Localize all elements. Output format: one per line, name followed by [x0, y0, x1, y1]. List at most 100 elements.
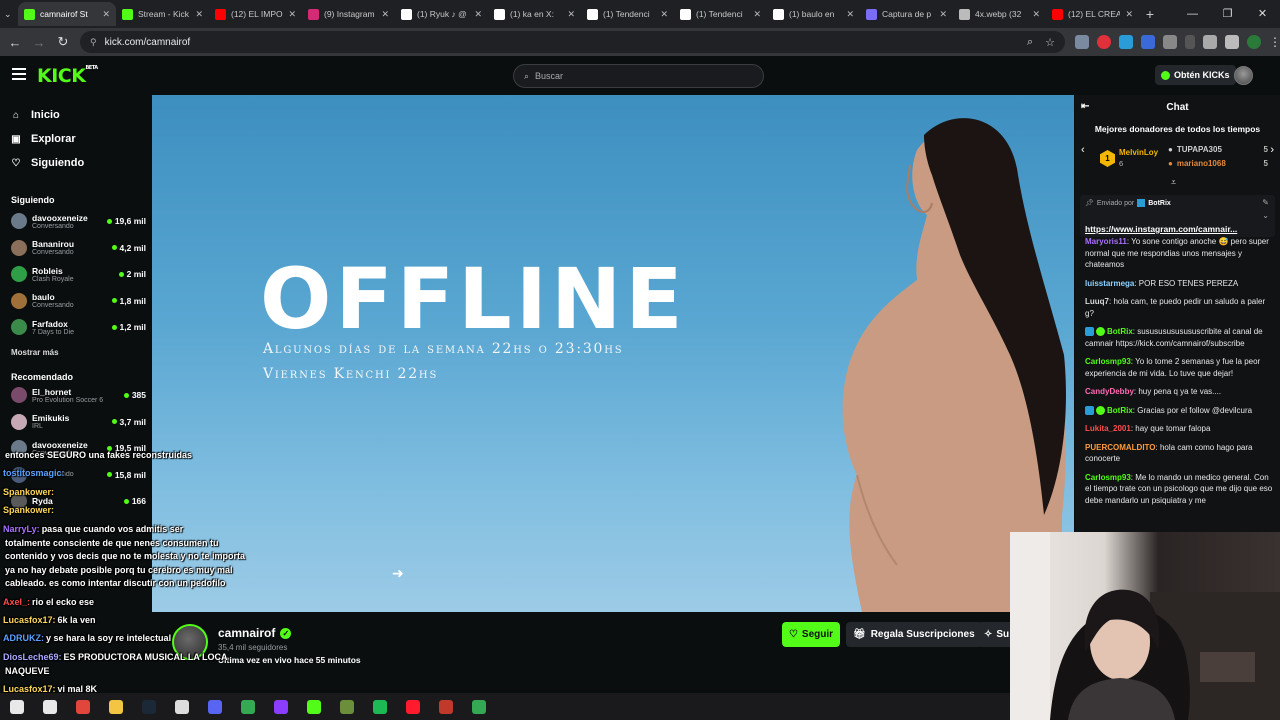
close-tab-icon[interactable]: ✕	[753, 9, 761, 20]
spotify-icon[interactable]	[369, 697, 391, 717]
chat-username[interactable]: CandyDebby	[1085, 387, 1134, 396]
sidebar-channel[interactable]: Bananirou Conversando 4,2 mil	[11, 236, 146, 260]
chevron-right-icon[interactable]: ›	[1270, 144, 1274, 156]
browser-tab[interactable]: (12) EL IMPO ✕	[209, 2, 302, 26]
close-tab-icon[interactable]: ✕	[1032, 9, 1040, 20]
restore-icon[interactable]: ❐	[1210, 0, 1245, 28]
reading-list-icon[interactable]	[1203, 35, 1217, 49]
opera-icon[interactable]	[402, 697, 424, 717]
chat-username[interactable]: BotRix	[1107, 406, 1133, 415]
close-tab-icon[interactable]: ✕	[102, 9, 110, 20]
sidebar-channel[interactable]: Robleis Clash Royale 2 mil	[11, 262, 146, 286]
canva-icon[interactable]	[270, 697, 292, 717]
chat-message[interactable]: Luuq7: hola cam, te puedo pedir un salud…	[1085, 296, 1275, 319]
close-tab-icon[interactable]: ✕	[846, 9, 854, 20]
sidebar-channel[interactable]: El_hornet Pro Evolution Soccer 6 385	[11, 383, 146, 407]
close-tab-icon[interactable]: ✕	[381, 9, 389, 20]
gift-app-icon[interactable]	[72, 697, 94, 717]
chat-message[interactable]: Carlosmp93: Yo lo tome 2 semanas y fue l…	[1085, 356, 1275, 379]
menu-icon[interactable]	[12, 68, 26, 80]
close-window-icon[interactable]: ✕	[1245, 0, 1280, 28]
browser-tab[interactable]: 4x.webp (32 ✕	[953, 2, 1046, 26]
chat-username[interactable]: luisstarmega	[1085, 279, 1134, 288]
chat-username[interactable]: Maryoris11	[1085, 237, 1127, 246]
sidebar-channel[interactable]: davooxeneize Conversando 19,6 mil	[11, 209, 146, 233]
close-tab-icon[interactable]: ✕	[1125, 9, 1133, 20]
close-tab-icon[interactable]: ✕	[288, 9, 296, 20]
chevron-down-icon[interactable]: ⌄	[1262, 211, 1269, 220]
close-tab-icon[interactable]: ✕	[474, 9, 482, 20]
chrome-active-icon[interactable]	[468, 697, 490, 717]
chat-message[interactable]: BotRix: susususususususcribite al canal …	[1085, 326, 1275, 349]
sidebar-channel[interactable]: baulo Conversando 1,8 mil	[11, 289, 146, 313]
chat-message[interactable]: Maryoris11: Yo sone contigo anoche 😅 per…	[1085, 236, 1275, 271]
audio-extension-icon[interactable]	[1141, 35, 1155, 49]
new-tab-button[interactable]: +	[1139, 6, 1161, 22]
follow-button[interactable]: ♡ Seguir	[782, 622, 840, 647]
sidebar-nav-inicio[interactable]: ⌂ Inicio	[11, 106, 60, 124]
show-more-link[interactable]: Mostrar más	[11, 348, 59, 357]
chat-username[interactable]: BotRix	[1107, 327, 1133, 336]
chat-username[interactable]: Carlosmp93	[1085, 473, 1131, 482]
gift-subs-button[interactable]: 🎁︎ Regala Suscripciones	[846, 622, 982, 647]
record-extension-icon[interactable]	[1097, 35, 1111, 49]
search-box[interactable]: ⌕	[513, 64, 764, 88]
browser-tab[interactable]: (12) EL CREA ✕	[1046, 2, 1139, 26]
minimize-icon[interactable]: —	[1175, 0, 1210, 28]
close-tab-icon[interactable]: ✕	[195, 9, 203, 20]
chat-message[interactable]: luisstarmega: POR ESO TENES PEREZA	[1085, 278, 1275, 290]
tab-search-icon[interactable]: ⌄	[4, 9, 18, 20]
close-tab-icon[interactable]: ✕	[567, 9, 575, 20]
browser-tab[interactable]: (1) baulo en ✕	[767, 2, 860, 26]
chat-message[interactable]: Lukita_2001: hay que tomar falopa	[1085, 423, 1275, 435]
minecraft-icon[interactable]	[336, 697, 358, 717]
top-donor-third[interactable]: ● mariano1068 5	[1168, 159, 1268, 168]
extension-icon[interactable]	[1075, 35, 1089, 49]
site-info-icon[interactable]: ⚲	[90, 37, 97, 48]
obs-icon[interactable]	[171, 697, 193, 717]
back-icon[interactable]: ←	[3, 35, 27, 50]
user-avatar[interactable]	[1234, 66, 1253, 85]
chat-username[interactable]: PUERCOMALDITO	[1085, 443, 1156, 452]
banner-app-icon[interactable]	[435, 697, 457, 717]
reload-icon[interactable]: ↻	[51, 34, 75, 50]
pinned-message[interactable]: 📌︎ Enviado por BotRix ✎ ⌄ https://www.in…	[1080, 195, 1275, 237]
video-player[interactable]: OFFLINE Algunos días de la semana 22hs o…	[152, 95, 1074, 612]
search-taskbar-icon[interactable]	[39, 697, 61, 717]
forward-icon[interactable]: →	[27, 35, 51, 50]
file-explorer-icon[interactable]	[105, 697, 127, 717]
chat-message[interactable]: PUERCOMALDITO: hola cam como hago para c…	[1085, 442, 1275, 465]
subscribe-button[interactable]: ✧ Su	[978, 622, 1010, 647]
close-tab-icon[interactable]: ✕	[660, 9, 668, 20]
browser-tab[interactable]: Stream - Kick ✕	[116, 2, 209, 26]
browser-tab[interactable]: (1) Ryuk ♪ @ ✕	[395, 2, 488, 26]
chat-message[interactable]: CandyDebby: huy pena q ya te vas....	[1085, 386, 1275, 398]
browser-tab[interactable]: Captura de p ✕	[860, 2, 953, 26]
url-text[interactable]: kick.com/camnairof	[105, 37, 191, 48]
zoom-icon[interactable]: ⌕	[1027, 36, 1033, 49]
unpin-icon[interactable]: ✎	[1262, 198, 1269, 207]
address-bar[interactable]: ⚲ kick.com/camnairof ⌕ ☆	[80, 31, 1065, 53]
translate-extension-icon[interactable]	[1119, 35, 1133, 49]
chat-username[interactable]: Carlosmp93	[1085, 357, 1131, 366]
browser-tab[interactable]: (1) Tendenci ✕	[581, 2, 674, 26]
close-tab-icon[interactable]: ✕	[939, 9, 947, 20]
kick-logo[interactable]: KICKBETA	[37, 65, 98, 87]
search-input[interactable]	[535, 71, 736, 81]
chrome-icon[interactable]	[237, 697, 259, 717]
chat-username[interactable]: Luuq7	[1085, 297, 1109, 306]
chat-message[interactable]: Carlosmp93: Me lo mando un medico genera…	[1085, 472, 1275, 507]
discord-icon[interactable]	[204, 697, 226, 717]
browser-menu-icon[interactable]: ⋮	[1269, 35, 1280, 49]
browser-tab[interactable]: (1) ka en X: ✕	[488, 2, 581, 26]
top-donor-second[interactable]: ● TUPAPA305 5	[1168, 145, 1268, 154]
get-kicks-button[interactable]: Obtén KICKs	[1155, 65, 1236, 85]
chevron-left-icon[interactable]: ‹	[1081, 144, 1085, 156]
collapse-chat-icon[interactable]: ⇤	[1081, 101, 1089, 112]
browser-tab[interactable]: (9) Instagram ✕	[302, 2, 395, 26]
expand-donors-icon[interactable]: ⩡	[1171, 177, 1176, 188]
sidebar-nav-explorar[interactable]: ▣ Explorar	[11, 130, 75, 148]
steam-icon[interactable]	[138, 697, 160, 717]
sidebar-channel[interactable]: Farfadox 7 Days to Die 1,2 mil	[11, 315, 146, 339]
sidebar-nav-siguiendo[interactable]: ♡ Siguiendo	[11, 154, 85, 172]
